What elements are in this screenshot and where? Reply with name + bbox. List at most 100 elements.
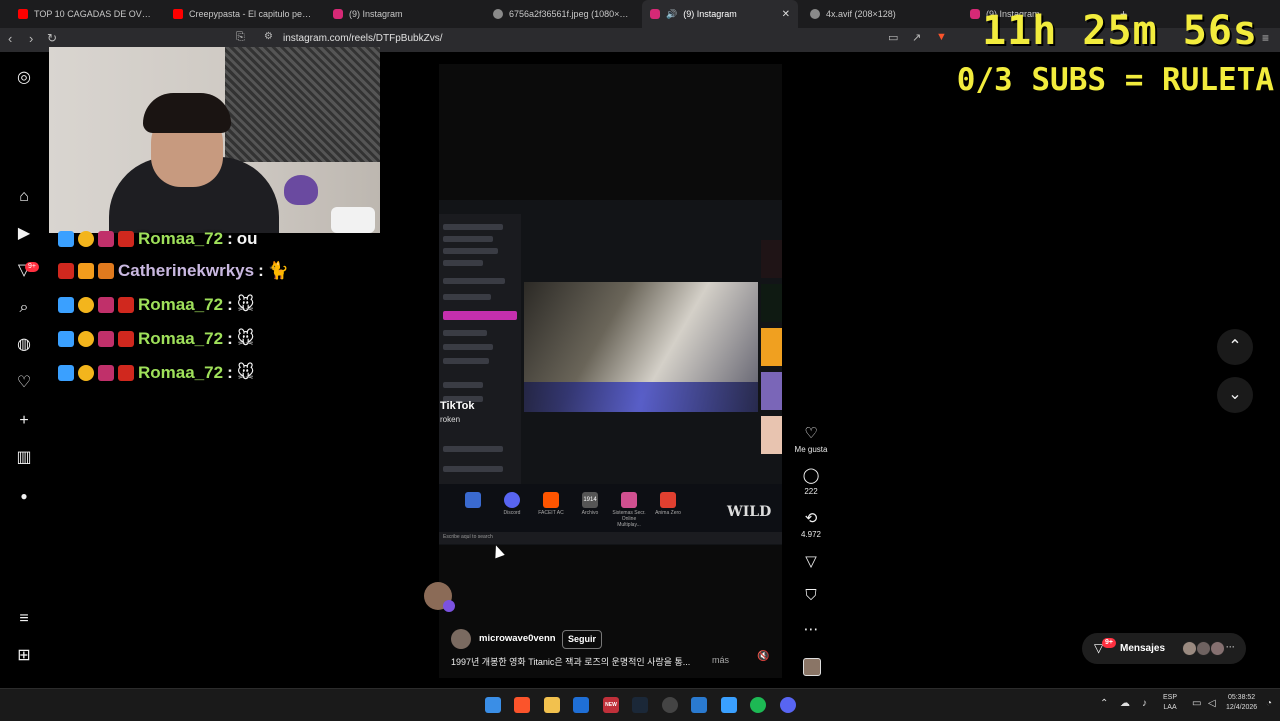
reel-author-avatar[interactable] [451,629,471,649]
windows-start-icon[interactable] [485,697,501,713]
comment-count: 222 [804,487,818,496]
browser-tab-title: TOP 10 CAGADAS DE OVEJA FREE F [34,9,152,19]
follow-button[interactable]: Seguir [562,630,603,649]
dashboard-icon[interactable]: ▥ [14,448,34,468]
messages-label: Mensajes [1120,643,1166,654]
discord-icon [504,492,520,508]
mute-icon[interactable]: 🔇 [757,651,769,662]
notifications-heart-icon[interactable]: ♡ [14,373,34,393]
repost-icon[interactable]: ⟲ [795,509,827,527]
app-icon[interactable] [691,697,707,713]
url-field[interactable]: instagram.com/reels/DTFpBubkZvs/ [283,33,443,44]
brave-icon[interactable] [514,697,530,713]
volume-icon[interactable]: ◁ [1208,698,1216,709]
cloud-icon[interactable]: ☁ [1120,698,1130,709]
caption-more-link[interactable]: más [712,655,729,665]
steam-icon[interactable] [632,697,648,713]
windows-taskbar: NEW ⌃ ☁ ♪ ESP LAA ▭ ◁ 05:38:52 12/4/2026… [0,688,1280,721]
streamer-hair [143,93,231,133]
like-icon[interactable]: ♡ [795,424,827,442]
search-icon[interactable]: ⌕ [14,298,34,318]
channel-row [443,330,487,336]
stream-timer: 11h 25m 56s [982,8,1258,54]
instagram-icon [650,9,660,19]
browser-tab[interactable]: (9) Instagram [325,0,475,28]
microphone-icon[interactable]: ♪ [1142,698,1147,709]
browser-tab-active[interactable]: 🔊 (9) Instagram ✕ [642,0,798,28]
explore-icon[interactable]: ◍ [14,335,34,355]
comment-icon[interactable]: ◯ [795,466,827,484]
forward-icon[interactable]: › [29,31,33,46]
brave-shield-icon[interactable]: ▼ [936,31,947,43]
file-icon: 1914 [582,492,598,508]
save-bookmark-icon[interactable]: ⛉ [795,587,827,604]
cast-icon[interactable]: ▭ [888,31,898,44]
avatar-badge-icon [443,600,455,612]
notifications-bell-icon[interactable]: ◔ [1266,698,1272,709]
share-icon[interactable]: ↗ [912,31,921,44]
desktop-app-label: Archivo [581,510,599,516]
bits-badge-icon [118,331,134,347]
youtube-icon [18,9,28,19]
also-from-meta-icon[interactable]: ⊞ [14,646,34,666]
profile-avatar-icon[interactable]: ● [14,486,34,506]
network-icon[interactable]: ▭ [1192,698,1201,709]
close-tab-icon[interactable]: ✕ [782,9,790,20]
game-icon [621,492,637,508]
contact-avatar [1210,641,1225,656]
browser-tab-title: 4x.avif (208×128) [826,9,896,19]
reel-player[interactable]: TikTok roken Discord FACEIT AC 1914 Arch… [439,64,782,678]
sword-badge-icon [58,297,74,313]
system-clock[interactable]: 05:38:52 12/4/2026 [1226,693,1257,713]
video-taskbar: Escribe aquí to search [439,532,782,544]
language-region: LAA [1163,704,1177,711]
home-icon[interactable]: ⌂ [14,187,34,207]
notepad-icon[interactable] [721,697,737,713]
channel-row [443,236,493,242]
back-icon[interactable]: ‹ [8,31,12,46]
browser-tab[interactable]: Creepypasta - El capitulo perdido d [165,0,320,28]
app-icon[interactable] [662,697,678,713]
previous-reel-button[interactable]: ⌃ [1217,329,1253,365]
webcam-feed [49,47,380,233]
sub-badge-icon [98,331,114,347]
messages-button[interactable]: ▽ 9+ Mensajes ··· [1082,633,1246,664]
mail-icon[interactable]: NEW [603,697,619,713]
create-plus-icon[interactable]: + [14,411,34,431]
gift-badge-icon [58,263,74,279]
reel-video-frame: TikTok roken Discord FACEIT AC 1914 Arch… [439,200,782,545]
browser-tab[interactable]: TOP 10 CAGADAS DE OVEJA FREE F [10,0,160,28]
discord-icon[interactable] [780,697,796,713]
browser-tab[interactable]: 6756a2f36561f.jpeg (1080×486) [485,0,640,28]
reels-icon[interactable]: ▶ [14,224,34,244]
channel-row [443,260,483,266]
more-options-icon[interactable]: ⋯ [795,620,827,638]
box-badge-icon [78,263,94,279]
bookmark-icon[interactable]: ⎘ [236,31,245,44]
sub-badge-icon [98,231,114,247]
file-explorer-icon[interactable] [544,697,560,713]
audio-thumbnail[interactable] [803,658,821,676]
spotify-icon[interactable] [750,697,766,713]
reload-icon[interactable]: ↻ [47,31,57,45]
channel-row [443,224,503,230]
share-send-icon[interactable]: ▽ [795,552,827,570]
input-language[interactable]: ESP LAA [1163,693,1177,713]
chat-text: 🐭 [236,363,255,382]
tray-chevron-icon[interactable]: ⌃ [1100,698,1108,709]
channel-row [443,248,498,254]
instagram-logo-icon[interactable]: ◎ [14,68,34,88]
chat-message: Romaa_72: 🐭 [58,359,254,387]
more-menu-icon[interactable]: ≡ [14,609,34,629]
menu-icon[interactable]: ≡ [1262,31,1269,45]
next-reel-button[interactable]: ⌄ [1217,377,1253,413]
channel-row [443,278,505,284]
reel-author-username[interactable]: microwave0venn [479,633,556,644]
browser-tab[interactable]: 4x.avif (208×128) [802,0,952,28]
color-swatch [761,372,782,410]
instagram-icon [333,9,343,19]
clock-date: 12/4/2026 [1226,704,1258,711]
bing-icon[interactable] [573,697,589,713]
desktop-app-label: Anima Zero [655,510,681,516]
site-info-icon[interactable]: ⚙ [264,31,273,42]
